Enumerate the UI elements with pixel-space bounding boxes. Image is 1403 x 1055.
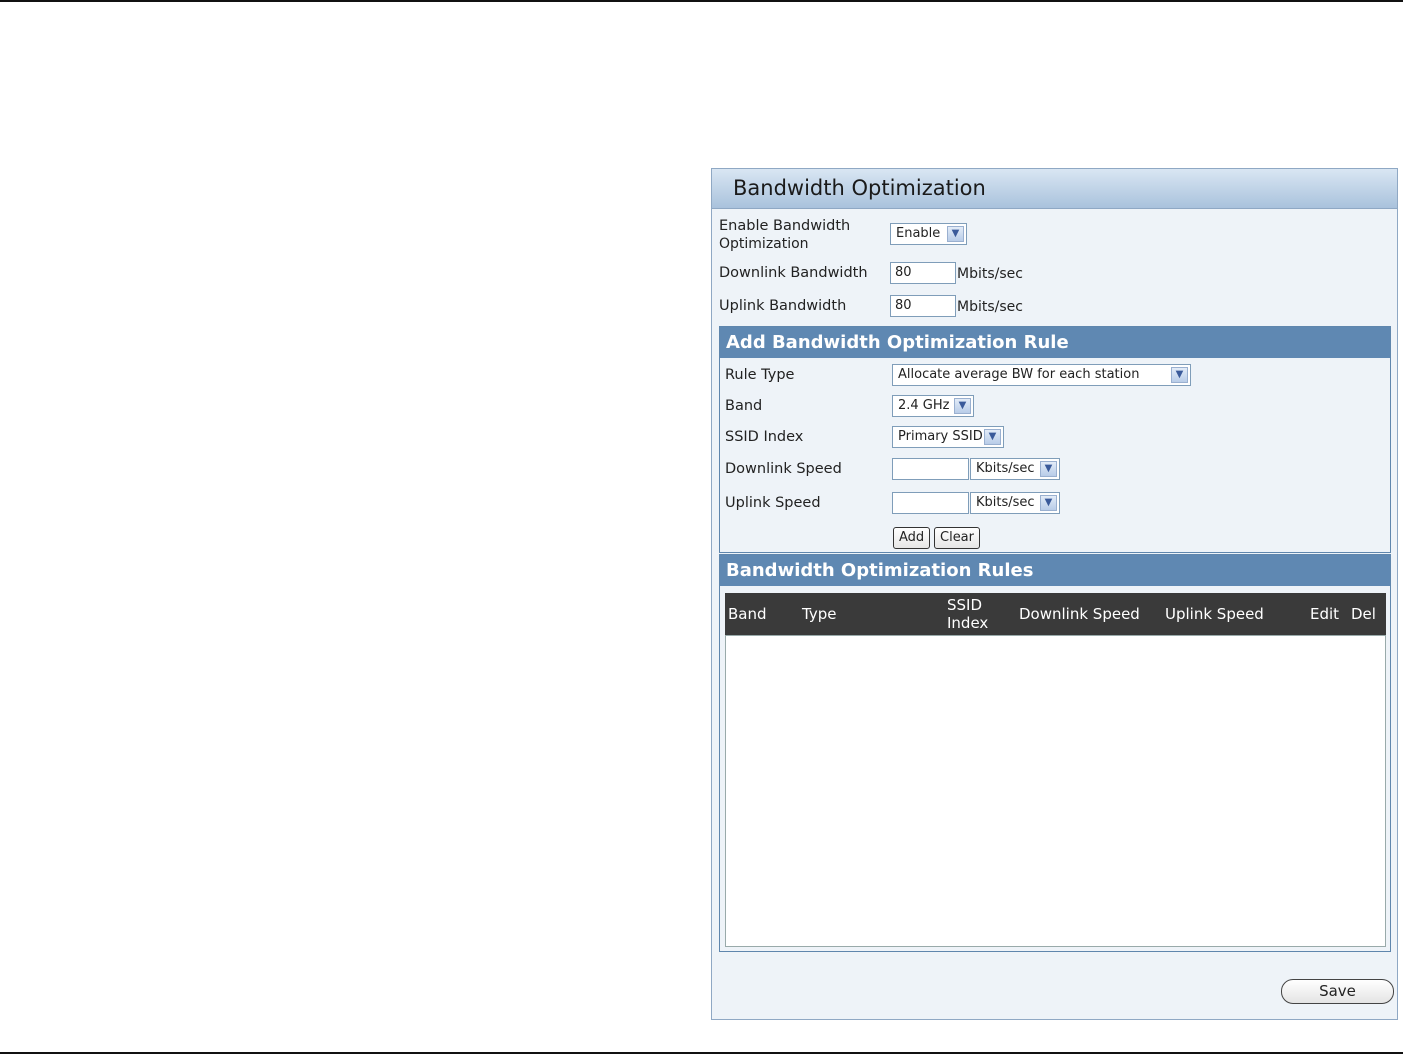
rules-table-body xyxy=(725,635,1386,947)
chevron-down-icon: ▼ xyxy=(1040,461,1057,477)
add-button[interactable]: Add xyxy=(893,527,931,549)
chevron-down-icon: ▼ xyxy=(1040,495,1057,511)
rule-type-select[interactable]: Allocate average BW for each station ▼ xyxy=(892,364,1191,386)
rules-title: Bandwidth Optimization Rules xyxy=(720,555,1390,586)
col-del: Del xyxy=(1351,605,1376,623)
col-uplink-speed: Uplink Speed xyxy=(1165,605,1264,623)
col-edit: Edit xyxy=(1310,605,1340,623)
downlink-bandwidth-label: Downlink Bandwidth xyxy=(719,265,868,281)
uplink-speed-unit-select[interactable]: Kbits/sec ▼ xyxy=(970,492,1060,514)
col-ssid-line1: SSID xyxy=(947,596,983,614)
chevron-down-icon: ▼ xyxy=(954,398,971,414)
band-value: 2.4 GHz xyxy=(898,398,950,413)
rules-section: Bandwidth Optimization Rules Band Type S… xyxy=(719,554,1391,952)
clear-button[interactable]: Clear xyxy=(934,527,980,549)
enable-label: Enable Bandwidth Optimization xyxy=(719,217,850,253)
enable-select-value: Enable xyxy=(896,226,941,241)
downlink-bandwidth-unit: Mbits/sec xyxy=(957,266,1023,282)
band-select[interactable]: 2.4 GHz ▼ xyxy=(892,395,974,417)
uplink-speed-input[interactable] xyxy=(892,492,969,514)
bottom-rule xyxy=(0,1052,1403,1054)
enable-label-line1: Enable Bandwidth xyxy=(719,218,851,234)
uplink-speed-label: Uplink Speed xyxy=(725,495,821,511)
top-rule xyxy=(0,0,1403,2)
uplink-speed-unit-value: Kbits/sec xyxy=(976,495,1035,510)
col-downlink-speed: Downlink Speed xyxy=(1019,605,1140,623)
downlink-speed-label: Downlink Speed xyxy=(725,461,842,477)
col-band: Band xyxy=(728,605,767,623)
chevron-down-icon: ▼ xyxy=(947,226,964,242)
ssid-index-value: Primary SSID xyxy=(898,429,983,444)
bandwidth-optimization-panel: Bandwidth Optimization Enable Bandwidth … xyxy=(711,168,1398,1020)
panel-title: Bandwidth Optimization xyxy=(712,169,1397,209)
uplink-bandwidth-label: Uplink Bandwidth xyxy=(719,298,847,314)
rules-table-header: Band Type SSID Index Downlink Speed Upli… xyxy=(725,593,1386,635)
chevron-down-icon: ▼ xyxy=(984,429,1001,445)
downlink-speed-unit-value: Kbits/sec xyxy=(976,461,1035,476)
col-ssid-line2: Index xyxy=(947,614,989,632)
rule-type-value: Allocate average BW for each station xyxy=(898,367,1140,382)
downlink-bandwidth-input[interactable]: 80 xyxy=(890,262,956,284)
enable-select[interactable]: Enable ▼ xyxy=(890,223,967,245)
chevron-down-icon: ▼ xyxy=(1171,367,1188,383)
ssid-index-select[interactable]: Primary SSID ▼ xyxy=(892,426,1004,448)
downlink-speed-input[interactable] xyxy=(892,458,969,480)
add-rule-title: Add Bandwidth Optimization Rule xyxy=(720,327,1390,358)
band-label: Band xyxy=(725,398,763,414)
uplink-bandwidth-unit: Mbits/sec xyxy=(957,299,1023,315)
enable-label-line2: Optimization xyxy=(719,236,809,252)
ssid-index-label: SSID Index xyxy=(725,429,804,445)
uplink-bandwidth-input[interactable]: 80 xyxy=(890,295,956,317)
add-rule-section: Add Bandwidth Optimization Rule Rule Typ… xyxy=(719,326,1391,553)
rule-type-label: Rule Type xyxy=(725,367,795,383)
save-button[interactable]: Save xyxy=(1281,979,1394,1004)
col-type: Type xyxy=(802,605,837,623)
downlink-speed-unit-select[interactable]: Kbits/sec ▼ xyxy=(970,458,1060,480)
